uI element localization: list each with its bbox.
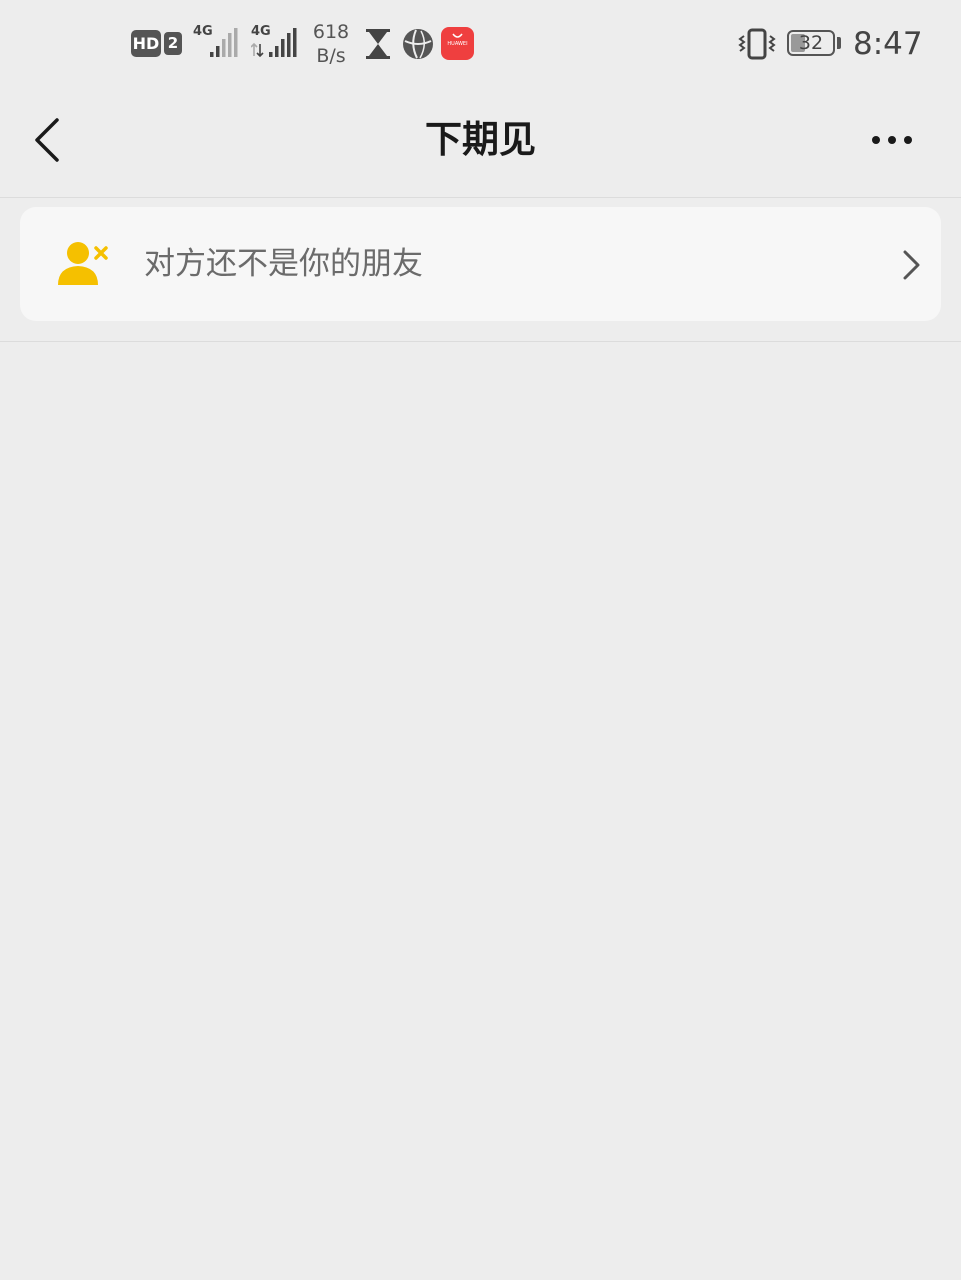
battery-level: 32 — [798, 32, 824, 54]
message-list[interactable] — [0, 342, 961, 1280]
back-button[interactable] — [25, 110, 75, 170]
hd-badge: HD — [131, 30, 161, 57]
browser-globe-icon — [402, 28, 434, 60]
battery-icon: 32 — [787, 30, 835, 56]
sim-badge: 2 — [164, 32, 182, 55]
app-gallery-label: HUAWEI — [447, 41, 468, 47]
not-friend-banner[interactable]: 对方还不是你的朋友 — [20, 207, 941, 321]
status-bar: HD 2 4G 4G 618 B/s HUAWEI 32 8:47 — [0, 0, 961, 90]
signal-icon-2: 4G — [251, 24, 303, 60]
page-title: 下期见 — [425, 118, 536, 161]
nav-bar: 下期见 — [0, 90, 961, 198]
speed-unit: B/s — [316, 45, 346, 67]
network-speed: 618 B/s — [308, 20, 354, 68]
clock: 8:47 — [853, 26, 923, 62]
chevron-right-icon — [896, 247, 926, 283]
chevron-left-icon — [35, 118, 59, 162]
user-remove-icon — [56, 239, 116, 289]
vibrate-icon — [738, 28, 776, 60]
hourglass-icon — [365, 29, 391, 59]
more-options-button[interactable] — [860, 120, 924, 160]
chat-screen: HD 2 4G 4G 618 B/s HUAWEI 32 8:47 下期见 对方… — [0, 0, 961, 1280]
more-dots-icon — [872, 136, 912, 144]
not-friend-text: 对方还不是你的朋友 — [144, 246, 423, 282]
speed-value: 618 — [312, 21, 350, 43]
app-gallery-icon: HUAWEI — [441, 27, 474, 60]
battery-cap — [837, 37, 841, 49]
signal-icon-1: 4G — [193, 24, 243, 60]
